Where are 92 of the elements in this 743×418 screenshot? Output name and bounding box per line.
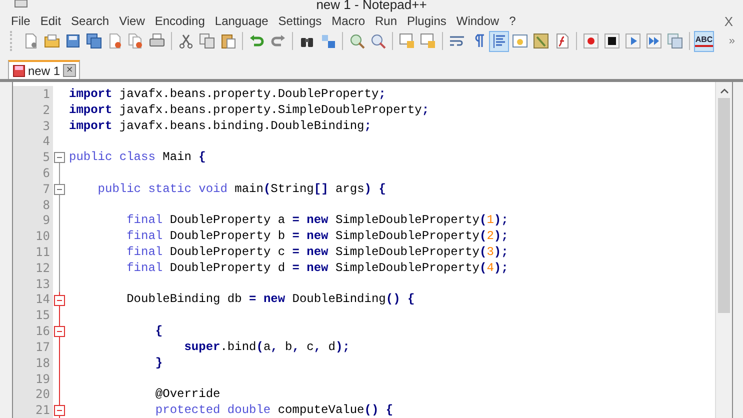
magnifier-icon (370, 33, 386, 49)
menu-item[interactable]: Window (451, 14, 504, 28)
play-icon (625, 33, 641, 49)
printer-icon (149, 33, 165, 49)
copy-button[interactable] (197, 30, 217, 52)
scroll-up-icon[interactable] (720, 88, 728, 94)
line-number: 7 (13, 180, 53, 197)
line-number: 2 (13, 102, 53, 118)
line-number: 19 (13, 370, 53, 386)
document-tab[interactable]: new 1 × (8, 60, 80, 79)
page-icon (23, 33, 39, 49)
line-number: 1 (13, 86, 53, 102)
pages-icon (128, 33, 144, 49)
code-line: final DoubleProperty a = new SimpleDoubleProperty(1); (126, 213, 508, 228)
record-icon (583, 33, 599, 49)
window-icon (512, 33, 528, 49)
fold-toggle-icon[interactable] (54, 405, 65, 416)
save-macro-button[interactable] (665, 30, 685, 52)
fold-toggle-icon[interactable] (54, 326, 65, 338)
line-number: 5 (13, 149, 53, 166)
line-number: 11 (13, 244, 53, 260)
scrollbar-thumb[interactable] (718, 98, 730, 313)
line-number: 9 (13, 212, 53, 228)
scissors-icon (178, 33, 194, 49)
menu-item[interactable]: Run (370, 14, 402, 28)
spell-check-button[interactable]: ABC (694, 30, 714, 52)
play-macro-button[interactable] (623, 30, 643, 52)
line-number: 3 (13, 118, 53, 134)
code-line: super.bind(a, b, c, d); (183, 340, 350, 354)
menu-item[interactable]: Encoding (150, 14, 210, 28)
windows-icon (667, 33, 683, 49)
code-line: DoubleBinding db = new DoubleBinding() { (126, 292, 415, 306)
curved-arrow-icon (270, 33, 286, 49)
tab-close-button[interactable]: × (63, 64, 76, 77)
menu-item[interactable]: Macro (326, 14, 370, 28)
line-number: 17 (13, 339, 53, 355)
code-line: { (154, 324, 163, 338)
close-document-button[interactable]: X (722, 14, 735, 28)
line-number: 10 (13, 228, 53, 244)
menu-item[interactable]: Edit (35, 14, 66, 28)
folder-workspace-button[interactable] (531, 30, 551, 52)
menu-item[interactable]: Plugins (402, 14, 452, 28)
menu-item[interactable]: File (6, 14, 36, 28)
line-number: 13 (13, 276, 53, 292)
run-macro-multiple-button[interactable] (644, 30, 664, 52)
tab-label: new 1 (28, 64, 60, 78)
code-line: import javafx.beans.property.DoubleProperty; (68, 86, 386, 101)
pages-icon (199, 33, 215, 49)
line-number: 21 (13, 402, 53, 418)
code-line: } (154, 356, 163, 370)
line-number: 15 (13, 307, 53, 324)
code-line: public static void main(String[] args) { (96, 182, 386, 196)
code-line: public class Main { (68, 150, 206, 164)
app-icon (14, 0, 28, 8)
toolbar-overflow-button[interactable]: » (724, 35, 739, 47)
fold-toggle-icon[interactable] (54, 184, 65, 195)
line-number: 8 (13, 196, 53, 212)
stop-icon (604, 33, 620, 49)
menu-item[interactable]: Settings (273, 14, 327, 28)
clipboard-icon (220, 33, 236, 49)
indent-guide-button[interactable] (489, 30, 509, 52)
code-line: final DoubleProperty c = new SimpleDoubleProperty(3); (126, 245, 508, 260)
menu-item[interactable]: ? (504, 14, 521, 28)
line-number: 6 (13, 165, 53, 181)
magnifier-icon (349, 33, 365, 49)
vertical-scrollbar[interactable] (715, 82, 732, 418)
line-number: 12 (13, 260, 53, 276)
fold-toggle-icon[interactable] (54, 152, 65, 164)
line-number: 16 (13, 323, 53, 339)
line-number: 20 (13, 386, 53, 402)
fold-toggle-icon[interactable] (54, 294, 65, 306)
curved-arrow-icon (249, 33, 265, 49)
stop-recording-button[interactable] (602, 30, 622, 52)
function-icon (554, 33, 570, 49)
menu-item[interactable]: Search (66, 14, 114, 28)
menu-item[interactable]: Language (210, 14, 274, 28)
code-line: @Override (154, 387, 220, 402)
floppy-disks-icon (86, 33, 102, 49)
code-line: protected double computeValue() { (154, 403, 394, 418)
code-line: import javafx.beans.property.SimpleDoubleProperty; (68, 102, 430, 117)
code-line: final DoubleProperty b = new SimpleDoubleProperty(2); (126, 229, 508, 244)
line-number: 4 (13, 133, 53, 150)
menu-item[interactable]: View (114, 14, 150, 28)
line-number: 18 (13, 354, 53, 371)
indent-lines-icon (491, 33, 507, 49)
record-macro-button[interactable] (581, 30, 601, 52)
page-icon (107, 33, 123, 49)
save-all-button[interactable] (84, 30, 104, 52)
fast-forward-icon (646, 33, 662, 49)
code-line: import javafx.beans.binding.DoubleBinding; (68, 118, 372, 133)
line-number: 14 (13, 292, 53, 308)
code-line: final DoubleProperty d = new SimpleDoubleProperty(4); (126, 260, 508, 275)
